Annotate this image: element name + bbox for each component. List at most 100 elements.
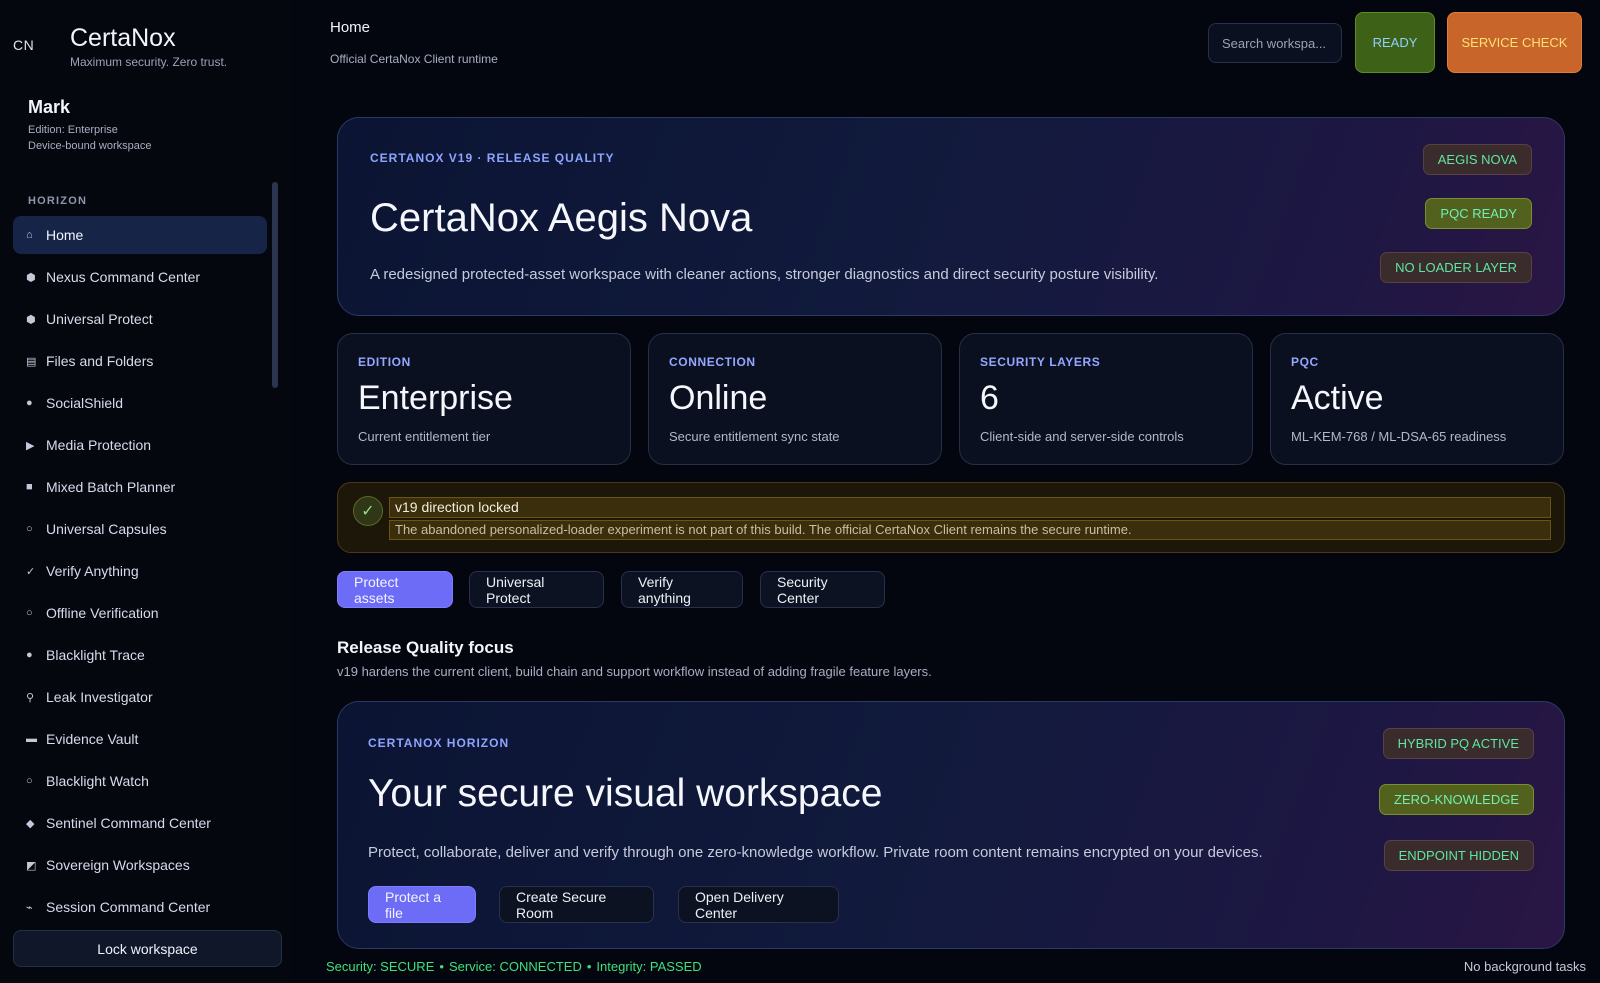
sidebar-item-label: Media Protection: [46, 437, 152, 453]
sidebar-item-label: Session Command Center: [46, 899, 211, 915]
sidebar-item-label: Files and Folders: [46, 353, 154, 369]
sidebar-item-files-and-folders[interactable]: ▤ Files and Folders: [13, 342, 267, 380]
sidebar-item-label: Leak Investigator: [46, 689, 153, 705]
page-subtitle: Official CertaNox Client runtime: [330, 52, 498, 66]
service-check-button[interactable]: SERVICE CHECK: [1447, 12, 1582, 73]
search-input[interactable]: [1208, 23, 1342, 63]
brand-name: CertaNox: [70, 24, 176, 52]
banner-text: The abandoned personalized-loader experi…: [389, 520, 1551, 540]
badge-aegis-nova: AEGIS NOVA: [1422, 144, 1532, 175]
status-bar: Security: SECURE • Service: CONNECTED • Inte…: [326, 959, 702, 974]
stat-value: Active: [1291, 379, 1384, 417]
sidebar-item-label: Blacklight Watch: [46, 773, 149, 789]
sidebar-item-label: Nexus Command Center: [46, 269, 201, 285]
sidebar-item-blacklight-trace[interactable]: ● Blacklight Trace: [13, 636, 267, 674]
sidebar-item-socialshield[interactable]: ● SocialShield: [13, 384, 267, 422]
stat-description: ML-KEM-768 / ML-DSA-65 readiness: [1291, 429, 1507, 444]
status-separator: •: [439, 959, 444, 974]
stat-description: Client-side and server-side controls: [980, 429, 1184, 444]
check-icon: ✓: [26, 565, 36, 578]
sidebar-item-sovereign-workspaces[interactable]: ◩ Sovereign Workspaces: [13, 846, 267, 884]
sidebar-item-session-command-center[interactable]: ⌁ Session Command Center: [13, 888, 267, 926]
create-secure-room-button[interactable]: Create Secure Room: [499, 886, 654, 923]
protect-assets-button[interactable]: Protect assets: [337, 571, 453, 608]
sidebar-item-nexus-command-center[interactable]: ⬢ Nexus Command Center: [13, 258, 267, 296]
stat-label: EDITION: [358, 355, 411, 369]
sidebar-item-leak-investigator[interactable]: ⚲ Leak Investigator: [13, 678, 267, 716]
sidebar-item-home[interactable]: ⌂ Home: [13, 216, 267, 254]
sidebar-item-offline-verification[interactable]: ○ Offline Verification: [13, 594, 267, 632]
sidebar-item-verify-anything[interactable]: ✓ Verify Anything: [13, 552, 267, 590]
sidebar-item-sentinel-command-center[interactable]: ◆ Sentinel Command Center: [13, 804, 267, 842]
status-integrity: Integrity: PASSED: [596, 959, 702, 974]
status-service: Service: CONNECTED: [448, 959, 582, 974]
hexagon-icon: ⬢: [26, 271, 36, 284]
sidebar-item-label: Sovereign Workspaces: [46, 857, 190, 873]
stat-value: Enterprise: [358, 379, 513, 417]
sidebar-scrollbar[interactable]: [272, 182, 278, 388]
direction-banner: ✓ v19 direction locked The abandoned per…: [337, 482, 1565, 553]
lock-workspace-button[interactable]: Lock workspace: [13, 930, 282, 967]
sidebar-item-universal-protect[interactable]: ⬢ Universal Protect: [13, 300, 267, 338]
user-name: Mark: [28, 97, 71, 117]
hexagon-icon: ⬢: [26, 313, 36, 326]
dot-icon: ●: [26, 649, 33, 661]
sidebar-item-label: Home: [46, 227, 84, 243]
user-device: Device-bound workspace: [28, 140, 152, 152]
hero-card: CERTANOX V19 · RELEASE QUALITY CertaNox …: [337, 117, 1565, 316]
stat-label: CONNECTION: [669, 355, 756, 369]
sidebar-item-universal-capsules[interactable]: ○ Universal Capsules: [13, 510, 267, 548]
badge-hybrid-pq-active: HYBRID PQ ACTIVE: [1382, 728, 1534, 759]
square-icon: ■: [26, 481, 33, 493]
dot-icon: ●: [26, 397, 33, 409]
universal-protect-button[interactable]: Universal Protect: [469, 571, 604, 608]
badge-zero-knowledge: ZERO-KNOWLEDGE: [1379, 784, 1534, 815]
background-tasks-status: No background tasks: [1463, 959, 1586, 974]
sidebar-item-mixed-batch-planner[interactable]: ■ Mixed Batch Planner: [13, 468, 267, 506]
sidebar-item-label: Universal Protect: [46, 311, 153, 327]
banner-title: v19 direction locked: [389, 497, 1551, 518]
play-icon: ▶: [26, 439, 35, 452]
stat-value: 6: [980, 379, 999, 417]
focus-description: v19 hardens the current client, build ch…: [337, 664, 932, 679]
stat-card-connection: CONNECTION Online Secure entitlement syn…: [648, 333, 942, 465]
verify-anything-button[interactable]: Verify anything: [621, 571, 743, 608]
status-separator: •: [586, 959, 592, 974]
stat-card-edition: EDITION Enterprise Current entitlement t…: [337, 333, 631, 465]
horizon-kicker: CERTANOX HORIZON: [368, 736, 510, 750]
session-icon: ⌁: [26, 901, 33, 914]
circle-icon: ○: [26, 607, 33, 619]
sidebar-item-label: Universal Capsules: [46, 521, 167, 537]
status-security: Security: SECURE: [326, 959, 435, 974]
ready-button[interactable]: READY: [1355, 12, 1435, 73]
hero-kicker: CERTANOX V19 · RELEASE QUALITY: [370, 151, 615, 165]
open-delivery-center-button[interactable]: Open Delivery Center: [678, 886, 839, 923]
stat-value: Online: [669, 379, 768, 417]
horizon-title: Your secure visual workspace: [368, 772, 883, 815]
home-icon: ⌂: [26, 229, 33, 241]
user-edition: Edition: Enterprise: [28, 124, 118, 136]
vault-icon: ▬: [26, 733, 37, 745]
sidebar-item-label: Blacklight Trace: [46, 647, 145, 663]
focus-title: Release Quality focus: [337, 638, 514, 657]
sidebar-item-label: Sentinel Command Center: [46, 815, 211, 831]
brand-tagline: Maximum security. Zero trust.: [70, 55, 228, 69]
stat-description: Secure entitlement sync state: [669, 429, 840, 444]
sidebar-item-label: Verify Anything: [46, 563, 139, 579]
sidebar-nav: ⌂ Home ⬢ Nexus Command Center ⬢ Universal P…: [13, 216, 267, 930]
sidebar-item-media-protection[interactable]: ▶ Media Protection: [13, 426, 267, 464]
sidebar: CN CertaNox Maximum security. Zero trust…: [0, 0, 290, 983]
magnifier-icon: ⚲: [26, 691, 35, 704]
folder-icon: ▤: [26, 355, 37, 368]
stat-description: Current entitlement tier: [358, 429, 491, 444]
security-center-button[interactable]: Security Center: [760, 571, 885, 608]
circle-icon: ○: [26, 523, 33, 535]
circle-icon: ○: [26, 775, 33, 787]
sidebar-item-label: Mixed Batch Planner: [46, 479, 176, 495]
protect-file-button[interactable]: Protect a file: [368, 886, 476, 923]
sidebar-item-evidence-vault[interactable]: ▬ Evidence Vault: [13, 720, 267, 758]
stat-label: SECURITY LAYERS: [980, 355, 1101, 369]
badge-no-loader-layer: NO LOADER LAYER: [1380, 252, 1532, 283]
horizon-description: Protect, collaborate, deliver and verify…: [368, 844, 1263, 861]
sidebar-item-blacklight-watch[interactable]: ○ Blacklight Watch: [13, 762, 267, 800]
